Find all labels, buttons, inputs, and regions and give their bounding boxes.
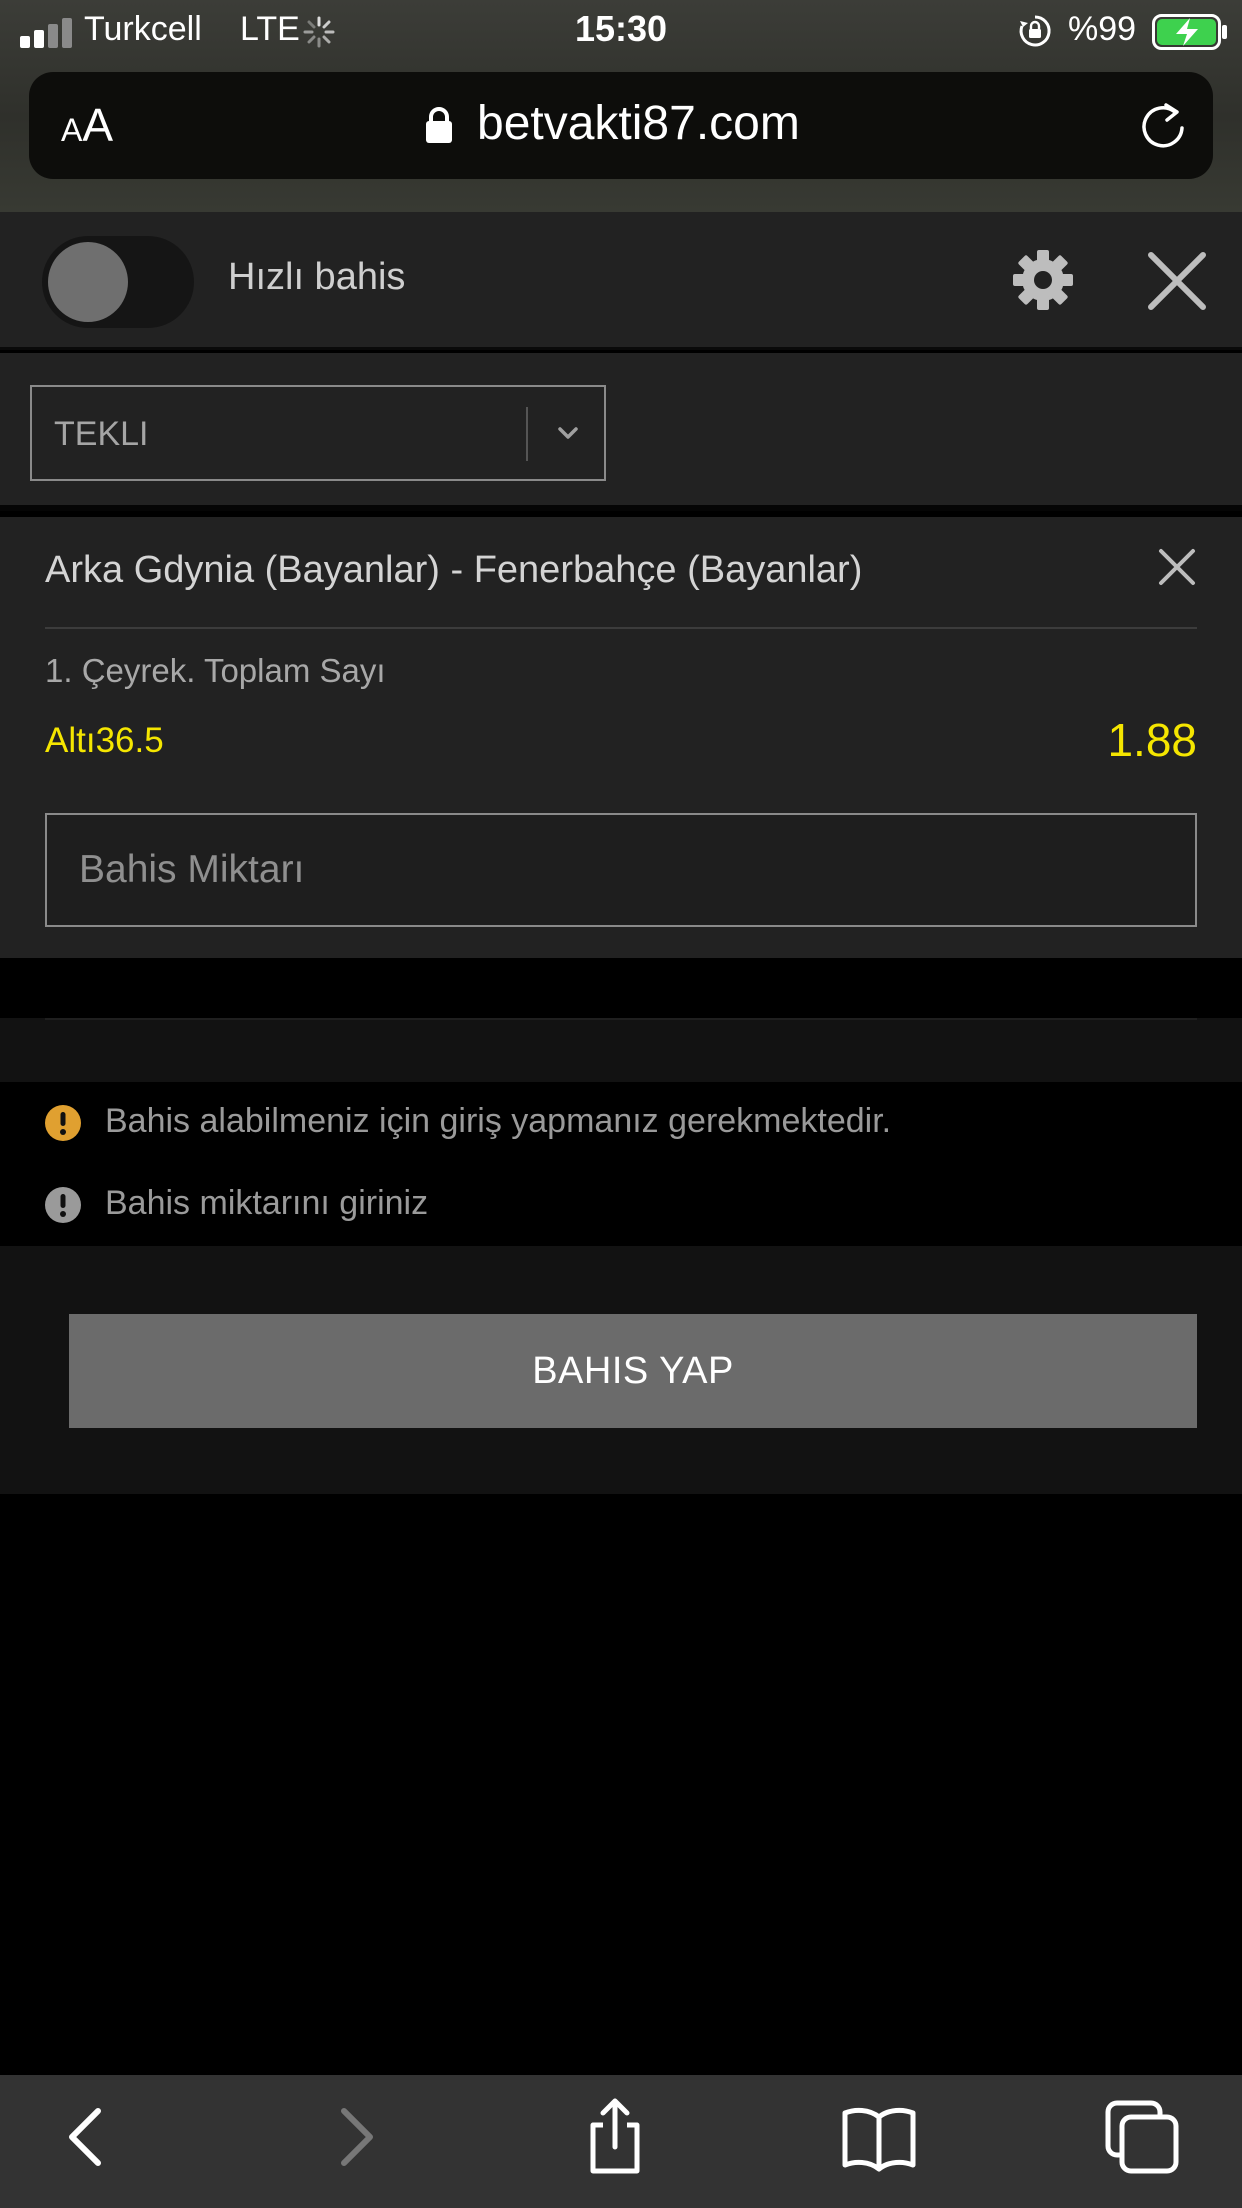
divider — [45, 627, 1197, 629]
market-name: 1. Çeyrek. Toplam Sayı — [45, 652, 386, 689]
login-required-message: Bahis alabilmeniz için giriş yapmanız ge… — [0, 1084, 1242, 1162]
text-size-small-a: A — [61, 112, 83, 148]
chevron-down-icon[interactable] — [554, 419, 582, 447]
url-text[interactable]: betvakti87.com — [477, 96, 800, 151]
quick-bet-label: Hızlı bahis — [228, 256, 406, 298]
bet-type-select[interactable]: TEKLI — [30, 385, 606, 481]
reload-icon[interactable] — [1137, 100, 1189, 152]
battery-percent: %99 — [1068, 10, 1137, 48]
browser-chrome: Turkcell LTE 15:30 %99 AA betvakti87.com — [0, 0, 1242, 212]
gear-icon[interactable] — [1011, 248, 1075, 312]
message-text: Bahis alabilmeniz için giriş yapmanız ge… — [105, 1102, 892, 1140]
status-bar: Turkcell LTE 15:30 %99 — [0, 0, 1242, 62]
url-bar[interactable]: AA betvakti87.com — [29, 72, 1213, 179]
bet-card: Arka Gdynia (Bayanlar) - Fenerbahçe (Bay… — [0, 517, 1242, 958]
selection-name: Altı36.5 — [45, 721, 164, 760]
browser-toolbar — [0, 2075, 1242, 2208]
battery-charging-icon — [1152, 14, 1227, 50]
warning-icon — [45, 1187, 81, 1223]
close-icon[interactable] — [1157, 547, 1197, 587]
bet-type-value: TEKLI — [54, 415, 149, 453]
odds-value: 1.88 — [1107, 714, 1197, 766]
enter-amount-message: Bahis miktarını giriniz — [0, 1166, 1242, 1244]
divider — [45, 1018, 1197, 1020]
action-area: BAHIS YAP — [0, 1246, 1242, 1494]
match-name: Arka Gdynia (Bayanlar) - Fenerbahçe (Bay… — [45, 549, 863, 591]
spacer — [0, 958, 1242, 1018]
quick-bet-toggle[interactable] — [42, 236, 194, 328]
tabs-icon[interactable] — [1102, 2097, 1182, 2177]
text-size-button[interactable]: AA — [61, 98, 113, 152]
bookmarks-icon[interactable] — [839, 2097, 919, 2177]
bet-type-bar: TEKLI — [0, 353, 1242, 511]
spacer — [0, 1018, 1242, 1082]
select-divider — [526, 407, 528, 461]
forward-icon[interactable] — [316, 2097, 396, 2177]
message-text: Bahis miktarını giriniz — [105, 1184, 429, 1222]
clock: 15:30 — [574, 8, 668, 49]
rotation-lock-icon — [1019, 15, 1051, 47]
warning-icon — [45, 1105, 81, 1141]
share-icon[interactable] — [575, 2097, 655, 2177]
toggle-knob — [48, 242, 128, 322]
padlock-icon — [426, 107, 452, 143]
back-icon[interactable] — [46, 2097, 126, 2177]
stake-input[interactable] — [45, 813, 1197, 927]
place-bet-button[interactable]: BAHIS YAP — [69, 1314, 1197, 1428]
close-icon[interactable] — [1146, 250, 1208, 312]
text-size-large-a: A — [82, 99, 114, 151]
